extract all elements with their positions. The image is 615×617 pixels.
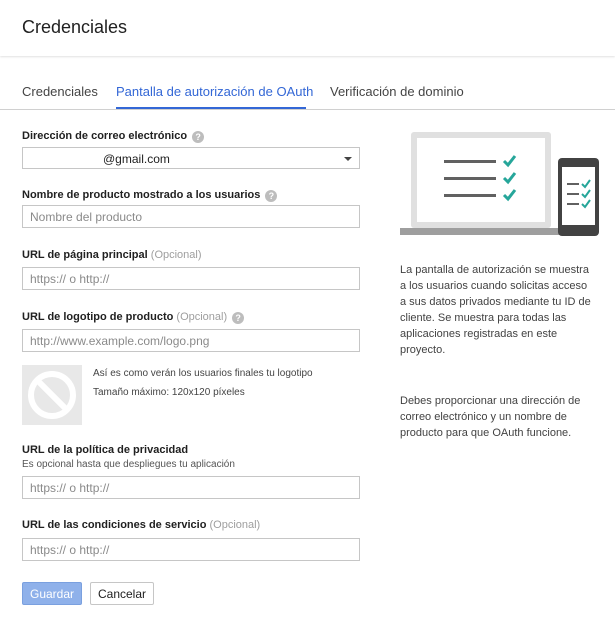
help-icon[interactable]: ? [192,131,205,143]
privacy-url-sublabel: Es opcional hasta que despliegues tu apl… [22,459,235,470]
email-label-text: Dirección de correo electrónico [22,130,188,142]
email-label: Dirección de correo electrónico? [22,130,205,143]
laptop-icon [400,132,562,235]
page-title: Credenciales [22,17,128,37]
optional-tag: (Opcional) [150,249,202,261]
help-icon[interactable]: ? [232,312,245,324]
homepage-url-input[interactable] [22,267,360,290]
logo-preview [22,365,82,425]
email-select[interactable]: @gmail.com [22,147,360,169]
page-header: Credenciales [0,0,615,56]
product-name-input[interactable] [22,205,360,228]
product-name-label-text: Nombre de producto mostrado a los usuari… [22,189,261,201]
tab-credentials[interactable]: Credenciales [22,84,98,99]
homepage-url-label: URL de página principal (Opcional) [22,249,202,261]
consent-description: La pantalla de autorización se muestra a… [400,264,591,356]
tab-domain-verification[interactable]: Verificación de dominio [330,84,464,99]
terms-url-label-text: URL de las condiciones de servicio [22,519,207,531]
consent-screen-illustration [400,132,599,236]
terms-url-input[interactable] [22,538,360,561]
logo-url-label: URL de logotipo de producto (Opcional)? [22,311,245,324]
tab-bar: Credenciales Pantalla de autorización de… [0,76,615,110]
privacy-url-input[interactable] [22,476,360,499]
terms-url-label: URL de las condiciones de servicio (Opci… [22,519,260,531]
product-name-label: Nombre de producto mostrado a los usuari… [22,189,278,202]
active-tab-indicator [116,107,306,109]
save-button[interactable]: Guardar [22,582,82,605]
cancel-button[interactable]: Cancelar [90,582,154,605]
tab-oauth-consent-screen[interactable]: Pantalla de autorización de OAuth [116,84,313,99]
phone-icon [558,158,599,236]
logo-url-label-text: URL de logotipo de producto [22,311,174,323]
homepage-url-label-text: URL de página principal [22,249,148,261]
optional-tag: (Opcional) [176,311,228,323]
optional-tag: (Opcional) [209,519,261,531]
logo-url-input[interactable] [22,329,360,352]
privacy-url-label: URL de la política de privacidad [22,444,189,456]
chevron-down-icon [344,157,352,161]
oauth-requirement-note: Debes proporcionar una dirección de corr… [400,395,581,439]
no-image-icon [28,371,76,419]
logo-max-size-note: Tamaño máximo: 120x120 píxeles [93,387,245,398]
logo-preview-note: Así es como verán los usuarios finales t… [93,368,313,379]
help-icon[interactable]: ? [265,190,278,202]
email-select-value: @gmail.com [103,152,170,166]
